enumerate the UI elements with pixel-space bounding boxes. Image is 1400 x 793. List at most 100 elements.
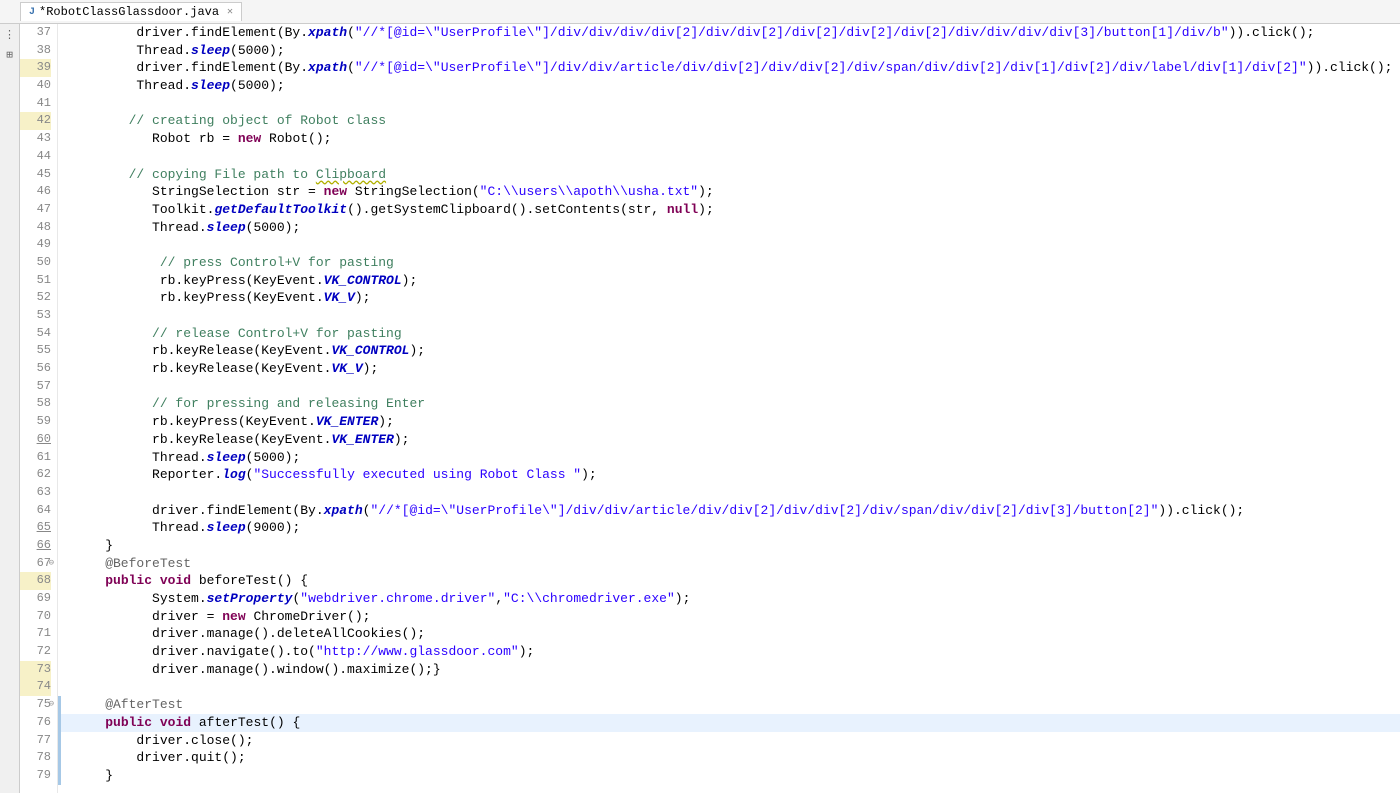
code-line[interactable]: @BeforeTest: [74, 555, 1400, 573]
tab-title: *RobotClassGlassdoor.java: [39, 5, 219, 19]
toolbar-icon-2[interactable]: ⊞: [6, 48, 13, 62]
line-number: 58: [20, 395, 51, 413]
code-line[interactable]: rb.keyPress(KeyEvent.VK_ENTER);: [74, 413, 1400, 431]
line-number: 67⊖: [20, 555, 51, 573]
code-line[interactable]: driver = new ChromeDriver();: [74, 608, 1400, 626]
code-line[interactable]: // press Control+V for pasting: [74, 254, 1400, 272]
code-line[interactable]: }: [58, 767, 1400, 785]
code-line[interactable]: // release Control+V for pasting: [74, 325, 1400, 343]
code-line[interactable]: rb.keyRelease(KeyEvent.VK_ENTER);: [74, 431, 1400, 449]
code-line[interactable]: public void afterTest() {: [58, 714, 1400, 732]
code-line[interactable]: Thread.sleep(5000);: [74, 449, 1400, 467]
code-line[interactable]: Robot rb = new Robot();: [74, 130, 1400, 148]
tab-bar: J *RobotClassGlassdoor.java ✕: [0, 0, 1400, 24]
line-number: 60: [20, 431, 51, 449]
code-line[interactable]: rb.keyPress(KeyEvent.VK_CONTROL);: [74, 272, 1400, 290]
line-number: 49: [20, 236, 51, 254]
code-line[interactable]: [74, 236, 1400, 254]
line-number: 68: [20, 572, 51, 590]
line-number: 71: [20, 625, 51, 643]
code-line[interactable]: [74, 484, 1400, 502]
code-line[interactable]: Toolkit.getDefaultToolkit().getSystemCli…: [74, 201, 1400, 219]
line-number: 51: [20, 272, 51, 290]
code-line[interactable]: System.setProperty("webdriver.chrome.dri…: [74, 590, 1400, 608]
ide-window: J *RobotClassGlassdoor.java ✕ ⋮ ⊞ 373839…: [0, 0, 1400, 793]
line-number: 74: [20, 678, 51, 696]
line-number: 57: [20, 378, 51, 396]
code-line[interactable]: StringSelection str = new StringSelectio…: [74, 183, 1400, 201]
code-line[interactable]: driver.findElement(By.xpath("//*[@id=\"U…: [74, 502, 1400, 520]
code-line[interactable]: [74, 378, 1400, 396]
line-number: 46: [20, 183, 51, 201]
code-line[interactable]: // for pressing and releasing Enter: [74, 395, 1400, 413]
line-number: 40: [20, 77, 51, 95]
line-number: 37: [20, 24, 51, 42]
code-line[interactable]: rb.keyRelease(KeyEvent.VK_V);: [74, 360, 1400, 378]
code-line[interactable]: }: [74, 537, 1400, 555]
line-number: 56: [20, 360, 51, 378]
line-number: 69: [20, 590, 51, 608]
line-number: 64: [20, 502, 51, 520]
code-line[interactable]: Reporter.log("Successfully executed usin…: [74, 466, 1400, 484]
code-line[interactable]: // copying File path to Clipboard: [74, 166, 1400, 184]
line-number: 54: [20, 325, 51, 343]
editor-main-row: ⋮ ⊞ 373839404142434445464748495051525354…: [0, 24, 1400, 793]
line-number: 41: [20, 95, 51, 113]
line-number: 38: [20, 42, 51, 60]
editor-tab[interactable]: J *RobotClassGlassdoor.java ✕: [20, 2, 242, 21]
code-line[interactable]: Thread.sleep(5000);: [74, 77, 1400, 95]
line-number: 79: [20, 767, 51, 785]
code-content[interactable]: driver.findElement(By.xpath("//*[@id=\"U…: [58, 24, 1400, 793]
editor-area[interactable]: 3738394041424344454647484950515253545556…: [20, 24, 1400, 793]
line-number: 63: [20, 484, 51, 502]
line-number: 48: [20, 219, 51, 237]
code-line[interactable]: rb.keyPress(KeyEvent.VK_V);: [74, 289, 1400, 307]
code-line[interactable]: Thread.sleep(5000);: [74, 42, 1400, 60]
java-file-icon: J: [29, 7, 35, 18]
line-number: 45: [20, 166, 51, 184]
line-number: 61: [20, 449, 51, 467]
line-number: 75⊖: [20, 696, 51, 714]
toolbar-icon-1[interactable]: ⋮: [4, 28, 15, 42]
line-number: 55: [20, 342, 51, 360]
line-number: 73: [20, 661, 51, 679]
code-line[interactable]: driver.findElement(By.xpath("//*[@id=\"U…: [74, 24, 1400, 42]
line-number: 50: [20, 254, 51, 272]
left-toolbar: ⋮ ⊞: [0, 24, 20, 793]
line-number: 43: [20, 130, 51, 148]
code-line[interactable]: // creating object of Robot class: [74, 112, 1400, 130]
line-number: 47: [20, 201, 51, 219]
code-line[interactable]: [74, 95, 1400, 113]
code-line[interactable]: driver.navigate().to("http://www.glassdo…: [74, 643, 1400, 661]
code-line[interactable]: driver.findElement(By.xpath("//*[@id=\"U…: [74, 59, 1400, 77]
code-line[interactable]: driver.quit();: [58, 749, 1400, 767]
code-line[interactable]: [74, 148, 1400, 166]
line-number: 39: [20, 59, 51, 77]
line-number: 44: [20, 148, 51, 166]
line-number: 78: [20, 749, 51, 767]
code-line[interactable]: [74, 678, 1400, 696]
code-line[interactable]: driver.close();: [58, 732, 1400, 750]
line-number: 77: [20, 732, 51, 750]
line-number: 72: [20, 643, 51, 661]
close-tab-icon[interactable]: ✕: [227, 6, 233, 18]
code-line[interactable]: rb.keyRelease(KeyEvent.VK_CONTROL);: [74, 342, 1400, 360]
line-number: 76: [20, 714, 51, 732]
line-number: 59: [20, 413, 51, 431]
line-number: 65: [20, 519, 51, 537]
line-number: 62: [20, 466, 51, 484]
code-line[interactable]: [74, 307, 1400, 325]
code-line[interactable]: @AfterTest: [58, 696, 1400, 714]
line-number-gutter: 3738394041424344454647484950515253545556…: [20, 24, 58, 793]
line-number: 42: [20, 112, 51, 130]
line-number: 52: [20, 289, 51, 307]
code-line[interactable]: public void beforeTest() {: [74, 572, 1400, 590]
fold-icon[interactable]: ⊖: [49, 696, 54, 714]
code-line[interactable]: driver.manage().window().maximize();}: [74, 661, 1400, 679]
code-line[interactable]: Thread.sleep(9000);: [74, 519, 1400, 537]
code-line[interactable]: Thread.sleep(5000);: [74, 219, 1400, 237]
line-number: 53: [20, 307, 51, 325]
line-number: 66: [20, 537, 51, 555]
code-line[interactable]: driver.manage().deleteAllCookies();: [74, 625, 1400, 643]
fold-icon[interactable]: ⊖: [49, 555, 54, 573]
